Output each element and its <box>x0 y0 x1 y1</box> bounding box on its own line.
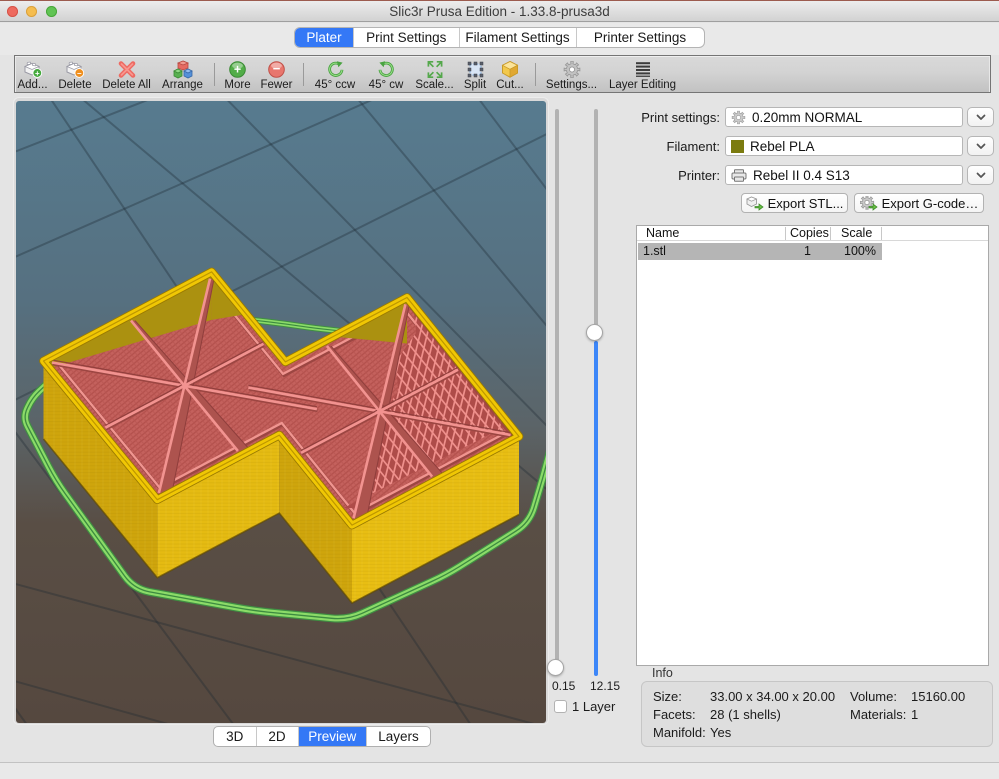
svg-text:−: − <box>273 61 281 76</box>
